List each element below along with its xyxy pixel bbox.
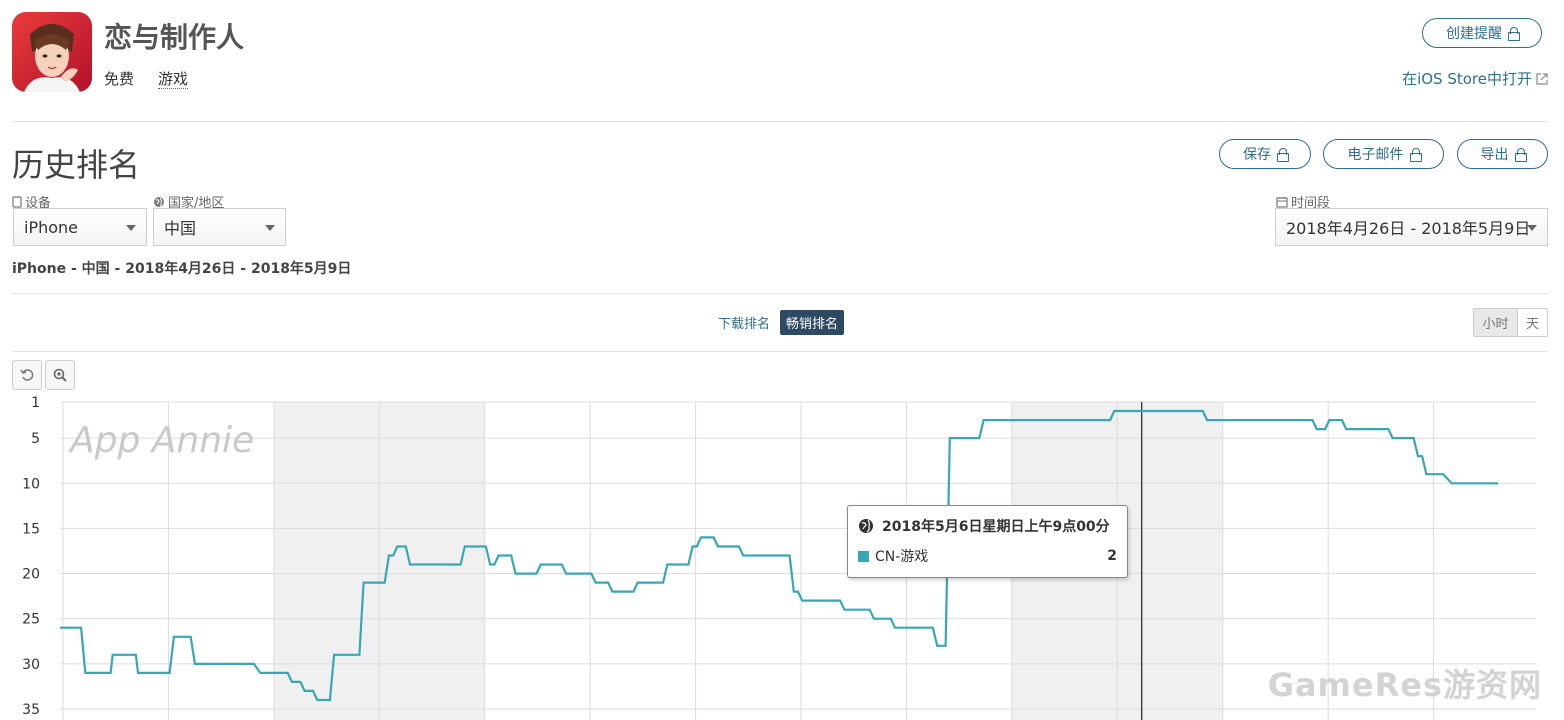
y-tick-label: 20 xyxy=(22,567,40,583)
y-tick-label: 30 xyxy=(22,657,40,673)
tab-grossing-rank[interactable]: 畅销排名 xyxy=(780,310,845,335)
lock-icon xyxy=(1514,148,1527,162)
y-tick-label: 10 xyxy=(22,476,40,492)
page-title: 历史排名 xyxy=(12,146,141,184)
app-price: 免费 xyxy=(104,70,135,88)
period-select[interactable]: 2018年4月26日 - 2018年5月9日 xyxy=(1275,208,1548,246)
chevron-down-icon xyxy=(1527,225,1537,231)
device-select-value: iPhone xyxy=(24,217,79,237)
save-button[interactable]: 保存 xyxy=(1219,139,1311,169)
export-button[interactable]: 导出 xyxy=(1457,139,1548,169)
chart-tooltip: 2018年5月6日星期日上午9点00分 CN-游戏 2 xyxy=(847,505,1128,578)
app-category-link[interactable]: 游戏 xyxy=(158,70,189,89)
lock-icon xyxy=(1277,148,1289,162)
filters-divider xyxy=(12,293,1548,294)
country-select[interactable]: 中国 xyxy=(153,208,286,246)
app-meta: 免费 游戏 xyxy=(104,68,189,89)
y-tick-label: 5 xyxy=(31,431,40,447)
zoom-in-icon xyxy=(53,368,67,382)
email-label: 电子邮件 xyxy=(1347,147,1404,163)
y-tick-label: 25 xyxy=(22,612,40,628)
create-alert-button[interactable]: 创建提醒 xyxy=(1422,18,1542,48)
undo-icon xyxy=(20,369,34,381)
app-header: 恋与制作人 免费 游戏 创建提醒 在iOS Store中打开 xyxy=(0,0,1564,110)
lock-icon xyxy=(1409,148,1422,162)
chevron-down-icon xyxy=(265,225,275,231)
open-ios-store-link[interactable]: 在iOS Store中打开 xyxy=(1402,68,1548,89)
y-tick-label: 1 xyxy=(31,395,40,411)
app-icon[interactable] xyxy=(12,12,92,92)
email-button[interactable]: 电子邮件 xyxy=(1323,139,1444,169)
chart-watermark: App Annie xyxy=(68,420,254,461)
header-divider xyxy=(12,121,1548,122)
external-link-icon xyxy=(1536,72,1548,85)
tab-download-rank[interactable]: 下载排名 xyxy=(712,310,776,335)
chart-divider xyxy=(12,351,1548,352)
tooltip-value: 2 xyxy=(1107,548,1117,564)
filter-summary: iPhone - 中国 - 2018年4月26日 - 2018年5月9日 xyxy=(12,261,352,277)
open-ios-store-label: 在iOS Store中打开 xyxy=(1402,70,1532,88)
country-select-value: 中国 xyxy=(164,219,197,238)
tooltip-date-row: 2018年5月6日星期日上午9点00分 xyxy=(858,516,1117,536)
chevron-down-icon xyxy=(126,225,136,231)
tooltip-series-name: CN-游戏 xyxy=(875,549,929,565)
tooltip-date: 2018年5月6日星期日上午9点00分 xyxy=(882,519,1110,535)
calendar-icon xyxy=(1276,196,1288,208)
y-tick-label: 35 xyxy=(22,702,40,718)
granularity-hour-toggle[interactable]: 小时 xyxy=(1473,308,1518,337)
y-tick-label: 15 xyxy=(22,521,40,537)
globe-icon xyxy=(154,196,164,207)
app-name: 恋与制作人 xyxy=(104,21,245,54)
tooltip-series-row: CN-游戏 2 xyxy=(858,546,1117,566)
globe-icon xyxy=(859,519,873,533)
series-swatch xyxy=(858,550,869,562)
export-label: 导出 xyxy=(1480,147,1509,163)
lock-icon xyxy=(1508,27,1520,41)
device-icon xyxy=(12,195,22,208)
device-select[interactable]: iPhone xyxy=(13,208,147,246)
granularity-day-toggle[interactable]: 天 xyxy=(1517,308,1548,337)
reset-zoom-button[interactable] xyxy=(12,360,42,390)
create-alert-label: 创建提醒 xyxy=(1446,26,1502,42)
save-label: 保存 xyxy=(1243,147,1271,163)
site-watermark: GameRes游资网 xyxy=(1267,666,1542,704)
period-select-value: 2018年4月26日 - 2018年5月9日 xyxy=(1286,219,1531,238)
zoom-button[interactable] xyxy=(45,360,75,390)
